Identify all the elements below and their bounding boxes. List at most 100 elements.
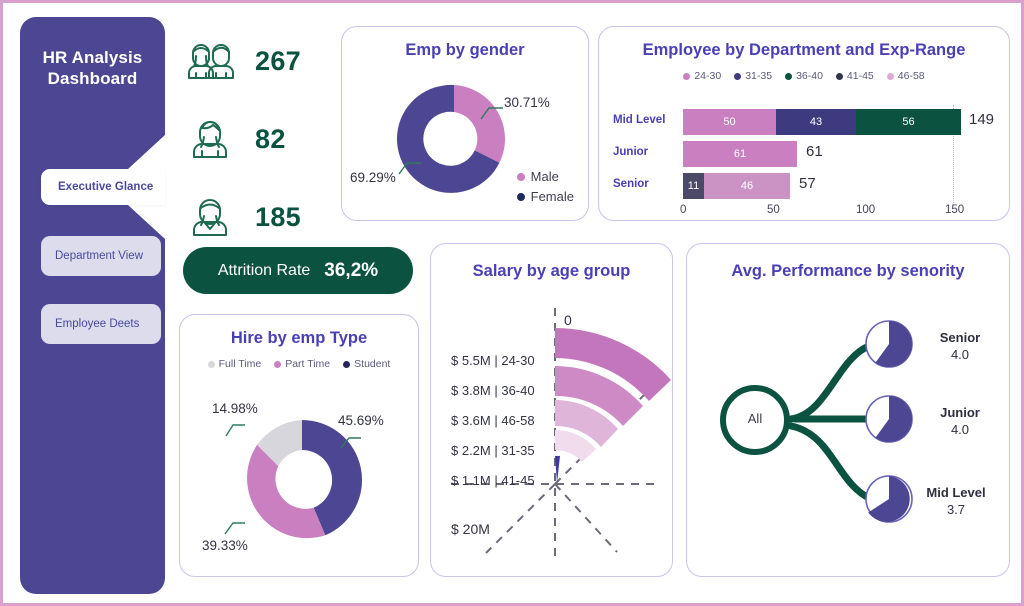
salary-entry: $ 5.5M | 24-30 bbox=[451, 353, 535, 368]
legend-label: Female bbox=[530, 189, 574, 204]
performance-label-mid-level: Mid Level 3.7 bbox=[911, 484, 1001, 518]
hire-donut-chart bbox=[247, 420, 363, 539]
legend-label: 31-35 bbox=[745, 70, 773, 82]
sidebar-item-label: Executive Glance bbox=[58, 181, 154, 193]
performance-label-junior: Junior 4.0 bbox=[915, 404, 1005, 438]
leader-line-icon bbox=[480, 107, 503, 120]
gender-callout-male: 30.71% bbox=[504, 95, 550, 110]
card-title: Salary by age group bbox=[472, 262, 631, 280]
salary-entry: $ 3.6M | 46-58 bbox=[451, 413, 535, 428]
legend-dot-icon bbox=[516, 192, 525, 201]
dashboard-page: HR Analysis Dashboard Executive Glance D… bbox=[0, 0, 1024, 606]
legend-item-46-58[interactable]: 46-58 bbox=[886, 70, 925, 82]
leader-line-icon bbox=[398, 162, 421, 175]
legend-dot-icon bbox=[835, 72, 843, 80]
attrition-rate-badge: Attrition Rate 36,2% bbox=[183, 247, 413, 294]
kpi-value: 185 bbox=[255, 201, 301, 232]
kpi-total-employees: 267 bbox=[183, 29, 333, 93]
card-emp-by-gender: Emp by gender 30.71% 69.29% Male Female bbox=[341, 26, 589, 221]
salary-entry: $ 1.1M | 41-45 bbox=[451, 473, 535, 488]
legend-label: Student bbox=[354, 358, 391, 370]
performance-value: 4.0 bbox=[950, 422, 970, 437]
leader-line-icon bbox=[224, 522, 245, 535]
performance-node-junior bbox=[865, 395, 913, 443]
legend-item-male[interactable]: Male bbox=[516, 169, 574, 184]
legend-dot-icon bbox=[734, 72, 742, 80]
dept-row-label-mid-level: Mid Level bbox=[613, 114, 666, 126]
sidebar-item-executive-glance[interactable]: Executive Glance bbox=[41, 169, 165, 205]
attrition-value: 36,2% bbox=[324, 259, 379, 281]
card-title: Hire by emp Type bbox=[230, 329, 368, 347]
card-title: Emp by gender bbox=[405, 41, 525, 59]
legend-item-41-45[interactable]: 41-45 bbox=[835, 70, 874, 82]
performance-value: 4.0 bbox=[950, 347, 970, 362]
legend-label: Full Time bbox=[218, 358, 262, 370]
gender-donut-chart bbox=[396, 84, 505, 193]
salary-total-label: $ 20M bbox=[451, 521, 490, 537]
card-title: Employee by Department and Exp-Range bbox=[642, 41, 966, 59]
salary-zero-label: 0 bbox=[564, 312, 572, 328]
bar-segment[interactable]: 56 bbox=[856, 109, 961, 135]
sidebar-item-department-view[interactable]: Department View bbox=[41, 236, 161, 276]
salary-entry: $ 3.8M | 36-40 bbox=[451, 383, 535, 398]
attrition-label: Attrition Rate bbox=[217, 261, 311, 279]
kpi-female-employees: 82 bbox=[183, 107, 333, 171]
kpi-male-employees: 185 bbox=[183, 185, 333, 249]
sidebar: HR Analysis Dashboard Executive Glance D… bbox=[20, 17, 165, 594]
dept-row-label-junior: Junior bbox=[613, 146, 649, 158]
sidebar-item-label: Employee Deets bbox=[55, 318, 140, 330]
legend-item-part-time[interactable]: Part Time bbox=[274, 358, 330, 370]
gender-legend: Male Female bbox=[516, 169, 574, 204]
kpi-value: 267 bbox=[255, 45, 301, 76]
man-icon bbox=[193, 199, 227, 236]
legend-item-female[interactable]: Female bbox=[516, 189, 574, 204]
bar-segment[interactable]: 43 bbox=[776, 109, 856, 135]
kpi-column: 267 82 185 bbox=[183, 29, 333, 263]
leader-line-icon bbox=[340, 437, 361, 449]
hire-callout-part-time: 39.33% bbox=[202, 538, 248, 553]
bar-segment[interactable]: 11 bbox=[683, 173, 704, 199]
performance-root-label: All bbox=[747, 411, 763, 426]
dashboard-title: HR Analysis Dashboard bbox=[42, 48, 143, 88]
legend-item-24-30[interactable]: 24-30 bbox=[683, 70, 721, 82]
legend-item-full-time[interactable]: Full Time bbox=[207, 358, 262, 370]
legend-item-student[interactable]: Student bbox=[343, 358, 390, 370]
dept-row-label-senior: Senior bbox=[613, 178, 649, 190]
hire-callout-student: 45.69% bbox=[338, 413, 384, 428]
legend-label: 46-58 bbox=[897, 70, 925, 82]
card-salary-by-age-group: Salary by age group 0 $ 5.5M | 24-30 $ 3… bbox=[430, 243, 673, 577]
two-people-icon bbox=[188, 44, 234, 79]
axis-tick: 0 bbox=[680, 204, 687, 216]
sidebar-item-label: Department View bbox=[55, 250, 143, 262]
card-avg-performance-by-seniority: Avg. Performance by senority All Senior … bbox=[686, 243, 1010, 577]
card-hire-by-emp-type: Hire by emp Type Full Time Part Time Stu… bbox=[179, 314, 419, 577]
card-employee-by-department: Employee by Department and Exp-Range 24-… bbox=[598, 26, 1010, 221]
salary-entry: $ 2.2M | 31-35 bbox=[451, 443, 535, 458]
woman-icon bbox=[193, 120, 227, 158]
gender-callout-female: 69.29% bbox=[350, 170, 396, 185]
dept-row-total: 57 bbox=[799, 175, 816, 192]
performance-value: 3.7 bbox=[946, 502, 966, 517]
bar-segment[interactable]: 50 bbox=[683, 109, 776, 135]
legend-dot-icon bbox=[886, 72, 894, 80]
legend-dot-icon bbox=[343, 360, 351, 368]
dept-legend: 24-30 31-35 36-40 41-45 46-58 bbox=[599, 70, 1009, 82]
axis-tick: 50 bbox=[767, 204, 780, 216]
bar-segment[interactable]: 61 bbox=[683, 141, 797, 167]
bar-segment[interactable]: 46 bbox=[704, 173, 790, 199]
kpi-value: 82 bbox=[255, 123, 286, 154]
axis-tick: 150 bbox=[945, 204, 965, 216]
legend-dot-icon bbox=[207, 360, 215, 368]
leader-line-icon bbox=[225, 424, 245, 437]
performance-node-mid-level bbox=[865, 475, 913, 523]
card-title: Avg. Performance by senority bbox=[731, 262, 965, 280]
legend-item-36-40[interactable]: 36-40 bbox=[785, 70, 823, 82]
legend-dot-icon bbox=[274, 360, 282, 368]
legend-label: 36-40 bbox=[796, 70, 823, 82]
legend-item-31-35[interactable]: 31-35 bbox=[734, 70, 772, 82]
dept-row-total: 61 bbox=[806, 143, 823, 160]
sidebar-item-employee-deets[interactable]: Employee Deets bbox=[41, 304, 161, 344]
performance-node-senior bbox=[865, 320, 913, 368]
legend-label: 24-30 bbox=[694, 70, 722, 82]
legend-dot-icon bbox=[683, 72, 691, 80]
